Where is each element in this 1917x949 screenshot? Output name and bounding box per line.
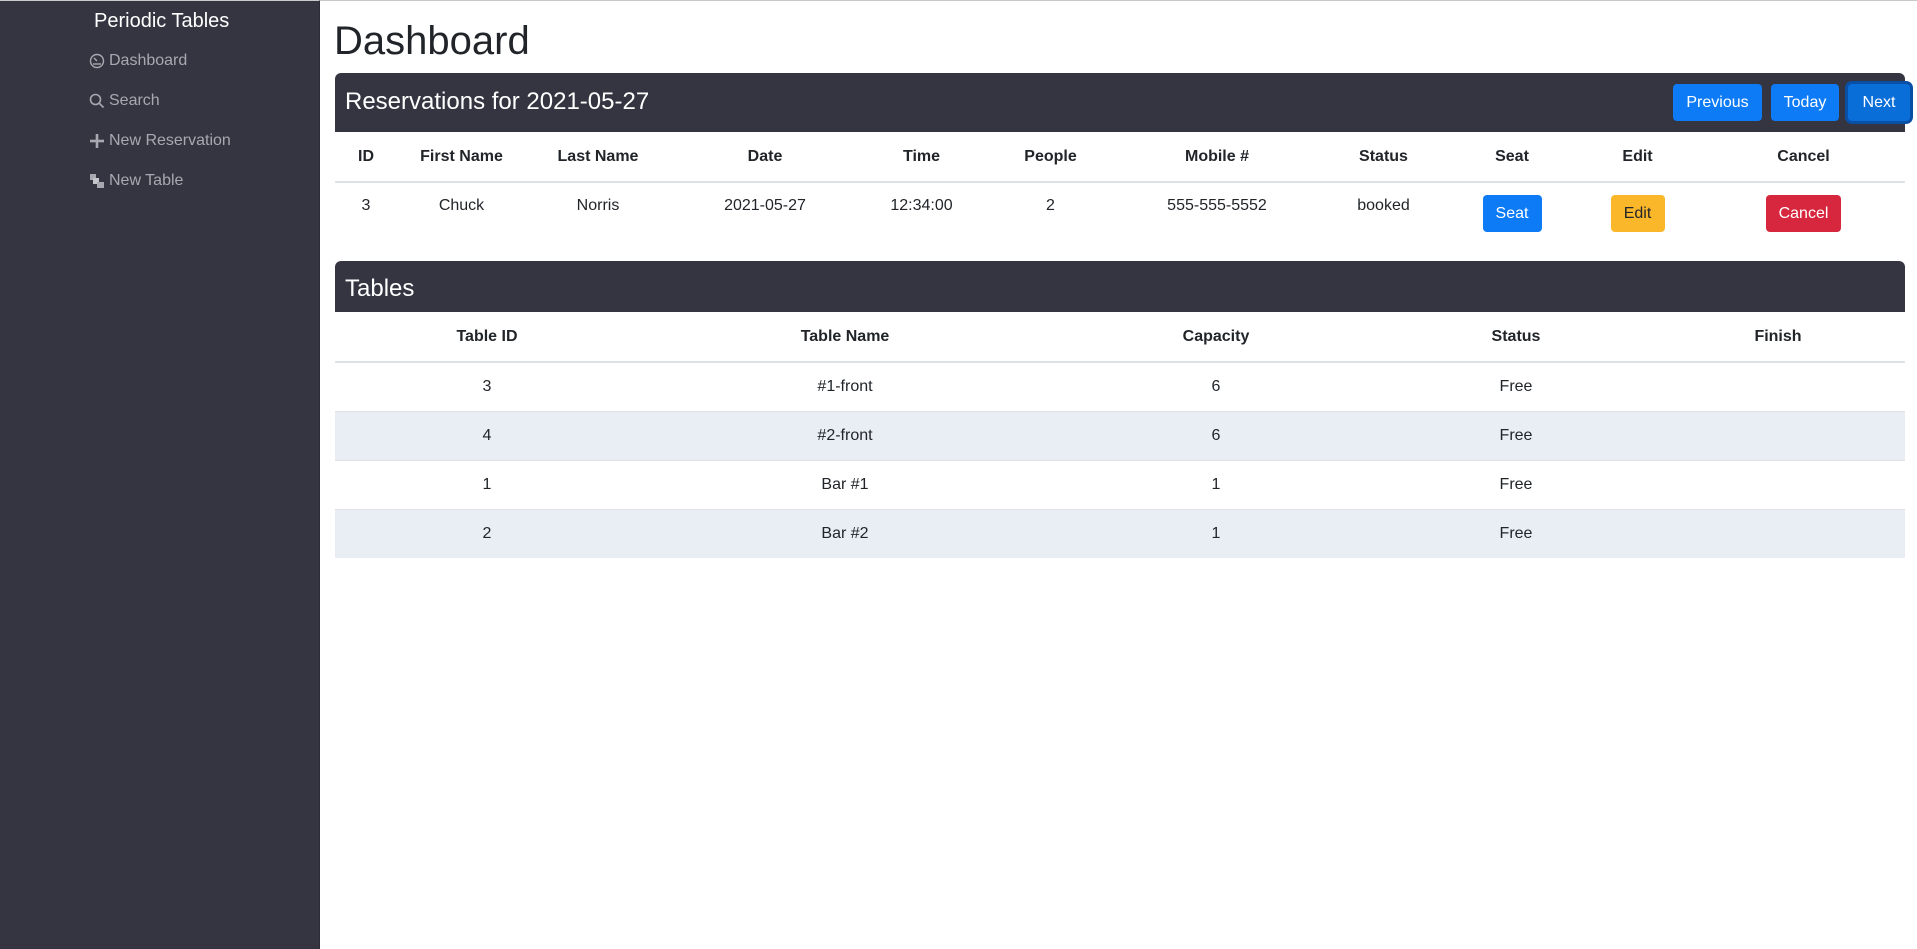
column-header: First Name bbox=[397, 132, 526, 183]
cell-table-id: 4 bbox=[335, 410, 639, 460]
cell-last-name: Norris bbox=[576, 197, 620, 214]
cancel-button[interactable]: Cancel bbox=[1766, 195, 1841, 232]
dashboard-icon bbox=[88, 53, 105, 70]
column-header: Edit bbox=[1573, 132, 1702, 183]
today-button[interactable]: Today bbox=[1771, 84, 1839, 121]
sidebar-item-new-table[interactable]: New Table bbox=[88, 172, 183, 190]
cell-status: Free bbox=[1381, 361, 1651, 411]
plus-icon bbox=[88, 133, 105, 150]
cell-finish bbox=[1651, 508, 1905, 558]
table-row: 3 Chuck Norris 2021-05-27 12:34:00 2 555… bbox=[335, 182, 1905, 244]
cell-finish bbox=[1651, 459, 1905, 509]
sidebar: Periodic Tables Dashboard Search New Res… bbox=[0, 0, 320, 949]
cell-cancel: Cancel bbox=[1702, 182, 1905, 244]
brand-title[interactable]: Periodic Tables bbox=[94, 10, 229, 33]
search-icon bbox=[88, 93, 105, 110]
column-header: People bbox=[983, 132, 1118, 183]
table-header-row: ID First Name Last Name Date Time People… bbox=[335, 132, 1905, 183]
cell-people: 2 bbox=[1046, 197, 1055, 214]
column-header: Table ID bbox=[335, 312, 639, 363]
column-header: Last Name bbox=[526, 132, 670, 183]
cell-table-name: Bar #1 bbox=[639, 459, 1051, 509]
previous-button[interactable]: Previous bbox=[1673, 84, 1762, 121]
cell-first-name: Chuck bbox=[438, 197, 485, 214]
cell-table-name: #1-front bbox=[639, 361, 1051, 411]
sidebar-item-label: New Reservation bbox=[109, 132, 231, 149]
column-header: Date bbox=[670, 132, 860, 183]
cell-status: booked bbox=[1357, 197, 1410, 214]
cell-date: 2021-05-27 bbox=[724, 197, 806, 214]
cell-capacity: 1 bbox=[1051, 508, 1381, 558]
column-header: Seat bbox=[1451, 132, 1573, 183]
cell-table-id: 2 bbox=[335, 508, 639, 558]
column-header: Capacity bbox=[1051, 312, 1381, 363]
sidebar-item-label: Dashboard bbox=[109, 52, 188, 69]
cell-capacity: 1 bbox=[1051, 459, 1381, 509]
column-header: Time bbox=[860, 132, 983, 183]
column-header: ID bbox=[335, 132, 397, 183]
reservations-heading: Reservations for 2021-05-27 bbox=[345, 88, 650, 115]
table-row: 3 #1-front 6 Free bbox=[335, 361, 1905, 411]
table-header-row: Table ID Table Name Capacity Status Fini… bbox=[335, 312, 1905, 363]
page-title: Dashboard bbox=[334, 19, 530, 63]
column-header: Status bbox=[1316, 132, 1451, 183]
tables-heading: Tables bbox=[345, 275, 415, 302]
cell-table-name: #2-front bbox=[639, 410, 1051, 460]
sidebar-item-label: Search bbox=[109, 92, 160, 109]
column-header: Status bbox=[1381, 312, 1651, 363]
reservations-table: ID First Name Last Name Date Time People… bbox=[335, 132, 1905, 244]
column-header: Cancel bbox=[1702, 132, 1905, 183]
table-row: 4 #2-front 6 Free bbox=[335, 410, 1905, 460]
cell-status: Free bbox=[1381, 508, 1651, 558]
table-row: 2 Bar #2 1 Free bbox=[335, 508, 1905, 558]
cell-table-name: Bar #2 bbox=[639, 508, 1051, 558]
cell-edit: Edit bbox=[1573, 182, 1702, 244]
cell-id: 3 bbox=[361, 197, 371, 214]
main-content: Dashboard Reservations for 2021-05-27 Pr… bbox=[320, 0, 1917, 949]
cell-status: Free bbox=[1381, 410, 1651, 460]
edit-button[interactable]: Edit bbox=[1610, 195, 1665, 232]
layers-icon bbox=[88, 173, 105, 190]
cell-finish bbox=[1651, 410, 1905, 460]
reservations-header: Reservations for 2021-05-27 Previous Tod… bbox=[335, 73, 1910, 132]
sidebar-item-label: New Table bbox=[109, 172, 184, 189]
sidebar-item-search[interactable]: Search bbox=[88, 92, 160, 110]
cell-table-id: 1 bbox=[335, 459, 639, 509]
cell-time: 12:34:00 bbox=[890, 197, 953, 214]
sidebar-item-new-reservation[interactable]: New Reservation bbox=[88, 132, 231, 150]
table-row: 1 Bar #1 1 Free bbox=[335, 459, 1905, 509]
column-header: Table Name bbox=[639, 312, 1051, 363]
cell-mobile: 555-555-5552 bbox=[1167, 197, 1267, 214]
column-header: Finish bbox=[1651, 312, 1905, 363]
cell-status: Free bbox=[1381, 459, 1651, 509]
column-header: Mobile # bbox=[1118, 132, 1316, 183]
cell-capacity: 6 bbox=[1051, 361, 1381, 411]
tables-header: Tables bbox=[335, 261, 1905, 312]
tables-table: Table ID Table Name Capacity Status Fini… bbox=[335, 312, 1905, 558]
seat-button[interactable]: Seat bbox=[1482, 195, 1542, 232]
cell-capacity: 6 bbox=[1051, 410, 1381, 460]
sidebar-item-dashboard[interactable]: Dashboard bbox=[88, 52, 187, 70]
cell-table-id: 3 bbox=[335, 361, 639, 411]
cell-seat: Seat bbox=[1451, 182, 1573, 244]
next-button[interactable]: Next bbox=[1848, 84, 1910, 121]
cell-finish bbox=[1651, 361, 1905, 411]
